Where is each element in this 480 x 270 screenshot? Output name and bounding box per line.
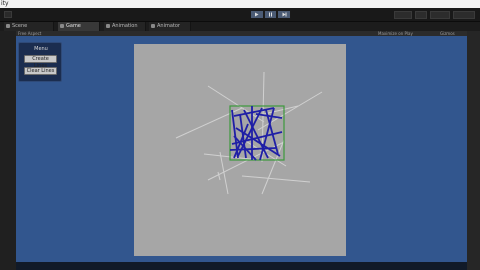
animation-icon (106, 24, 110, 28)
game-icon (60, 24, 64, 28)
white-line (207, 85, 265, 123)
scene-icon (6, 24, 10, 28)
right-panel-edge (467, 31, 480, 270)
cloud-button[interactable] (415, 11, 427, 19)
pause-button[interactable] (263, 10, 278, 19)
menu-title: Menu (34, 46, 48, 52)
left-panel-edge (0, 31, 16, 270)
app-title: ity (1, 0, 9, 7)
layout-dropdown[interactable] (453, 11, 475, 19)
menu-panel: Menu Create Lines Clear Lines (18, 42, 62, 82)
white-line (217, 171, 221, 181)
step-icon (282, 12, 287, 17)
collab-button[interactable] (394, 11, 412, 19)
white-line (257, 91, 323, 131)
account-dropdown[interactable] (430, 11, 450, 19)
tab-animation-label: Animation (112, 23, 138, 29)
tab-scene-label: Scene (12, 23, 28, 29)
play-controls (250, 10, 292, 19)
white-line (203, 153, 259, 161)
tab-animator[interactable]: Animator (149, 22, 191, 31)
tab-animator-label: Animator (157, 23, 180, 29)
tab-game[interactable]: Game (58, 22, 100, 31)
lines-drawing (175, 71, 323, 195)
drawing-canvas[interactable] (134, 44, 346, 256)
toolbar-menu-button[interactable] (4, 11, 12, 18)
pause-icon (269, 12, 272, 17)
main-toolbar (0, 8, 480, 22)
white-line (241, 175, 311, 183)
blue-lines (229, 106, 283, 161)
tab-game-label: Game (66, 23, 81, 29)
tab-bar: Scene Game Animation Animator (0, 22, 480, 31)
title-bar: ity (0, 0, 480, 8)
step-button[interactable] (277, 10, 292, 19)
play-button[interactable] (250, 10, 264, 19)
play-icon (255, 12, 259, 17)
clear-lines-button[interactable]: Clear Lines (24, 67, 57, 75)
tab-animation[interactable]: Animation (104, 22, 146, 31)
tab-scene[interactable]: Scene (4, 22, 54, 31)
animator-icon (151, 24, 155, 28)
game-view-bottom (16, 262, 467, 270)
blue-line (255, 113, 283, 119)
create-lines-button[interactable]: Create Lines (24, 55, 57, 69)
editor-window: ity Scene Game Animation Animator Free A… (0, 0, 480, 270)
